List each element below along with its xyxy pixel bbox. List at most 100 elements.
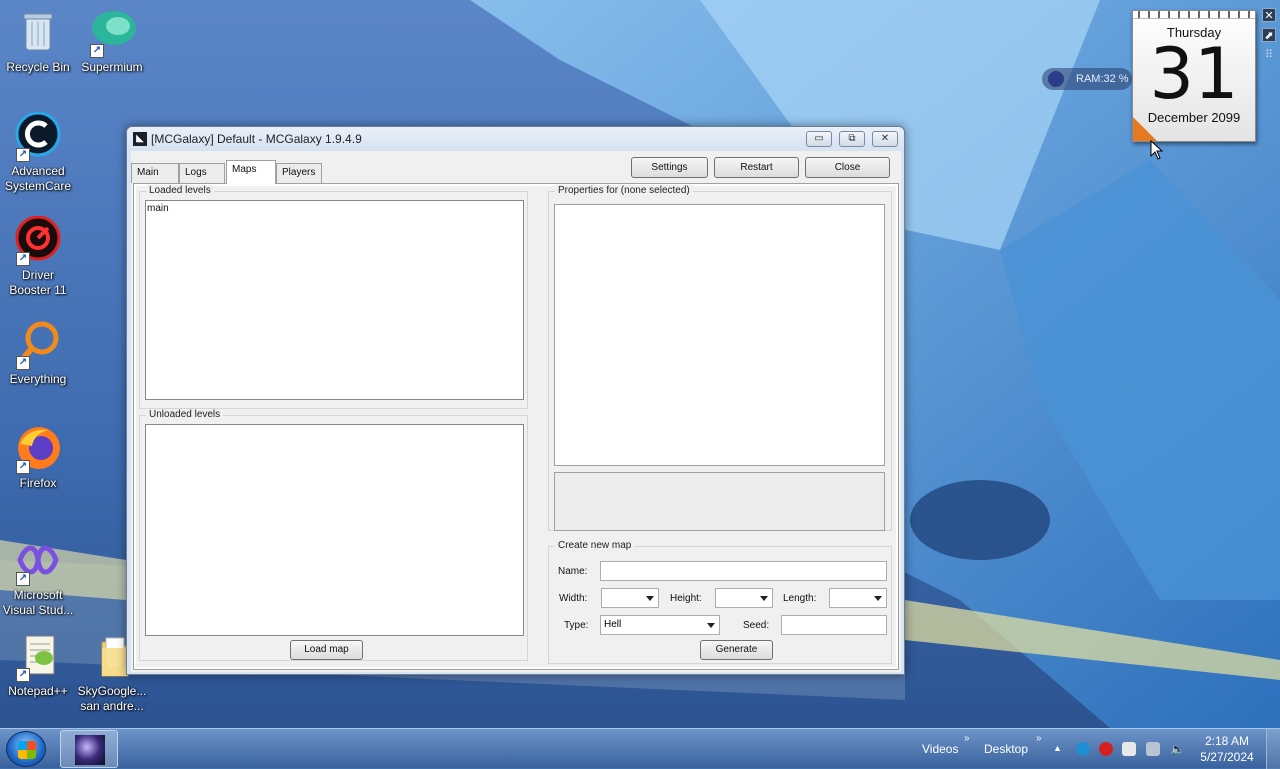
advanced-systemcare-icon: ↗ — [14, 111, 62, 162]
show-desktop-button[interactable] — [1266, 729, 1280, 769]
supermium-icon: ↗ — [88, 8, 136, 58]
desktop-icon-notepadpp[interactable]: ↗ Notepad++ — [0, 632, 76, 699]
desktop-icon-driver-booster[interactable]: ↗ Driver Booster 11 — [0, 215, 76, 298]
ram-gadget-icon — [1048, 71, 1064, 87]
everything-search-icon: ↗ — [14, 320, 62, 370]
unloaded-levels-list[interactable] — [145, 424, 524, 636]
shortcut-arrow-icon: ↗ — [16, 668, 30, 682]
taskbar-app-mcgalaxy[interactable] — [60, 730, 118, 768]
calendar-day: 31 — [1149, 33, 1239, 115]
calendar-gadget[interactable]: Thursday 31 December 2099 — [1132, 10, 1256, 142]
desktop-icon-label: Everything — [9, 372, 67, 386]
mouse-cursor-icon — [1150, 140, 1164, 160]
desktop-icon-advanced-systemcare[interactable]: ↗ Advanced SystemCare — [0, 111, 76, 194]
map-name-input[interactable] — [600, 561, 887, 581]
clock-time: 2:18 AM — [1204, 734, 1250, 748]
window-title: [MCGalaxy] Default - MCGalaxy 1.9.4.9 — [151, 132, 362, 146]
ram-meter-gadget[interactable]: RAM:32 % — [1042, 68, 1132, 90]
desktop-icon-everything[interactable]: ↗ Everything — [0, 320, 76, 387]
loaded-levels-group: Loaded levels main — [139, 185, 528, 409]
tray-network-app-icon[interactable] — [1076, 742, 1090, 756]
property-description-panel — [554, 472, 885, 531]
gadget-drag-handle-icon[interactable]: ⠿ — [1262, 48, 1276, 62]
toolbar-videos-chevron-icon[interactable]: » — [964, 733, 970, 744]
create-new-map-label: Create new map — [555, 540, 635, 552]
desktop-icon-visual-studio[interactable]: ↗ Microsoft Visual Stud... — [0, 536, 76, 618]
driver-booster-icon: ↗ — [14, 215, 62, 266]
toolbar-desktop[interactable]: Desktop — [984, 742, 1028, 756]
load-map-button[interactable]: Load map — [290, 640, 363, 660]
taskbar-clock[interactable]: 2:18 AM 5/27/2024 — [1196, 733, 1258, 765]
properties-group: Properties for (none selected) — [548, 185, 892, 531]
firefox-icon: ↗ — [14, 424, 62, 474]
minimize-button[interactable]: ▭ — [806, 131, 832, 147]
chevron-down-icon — [646, 596, 654, 601]
desktop-icon-label: Notepad++ — [8, 684, 68, 698]
desktop-icon-supermium[interactable]: ↗ Supermium — [74, 8, 150, 75]
gadget-close-icon[interactable]: ✕ — [1262, 8, 1276, 22]
window-title-bar[interactable]: ◣ [MCGalaxy] Default - MCGalaxy 1.9.4.9 … — [127, 127, 904, 151]
tray-action-center-flag-icon[interactable] — [1122, 742, 1136, 756]
name-label: Name: — [558, 566, 588, 577]
mcgalaxy-window[interactable]: ◣ [MCGalaxy] Default - MCGalaxy 1.9.4.9 … — [126, 126, 905, 675]
maps-tab-content: Loaded levels main Unloaded levels Load … — [136, 185, 896, 667]
map-type-dropdown[interactable]: Hell — [600, 615, 720, 635]
width-dropdown[interactable] — [601, 588, 659, 608]
desktop-icon-label: Advanced SystemCare — [4, 164, 72, 193]
tab-maps[interactable]: Maps — [226, 160, 276, 184]
chevron-down-icon — [707, 623, 715, 628]
properties-label: Properties for (none selected) — [555, 185, 693, 197]
taskbar: Videos » Desktop » ▲ 🔈 2:18 AM 5/27/2024 — [0, 728, 1280, 769]
tab-players[interactable]: Players — [276, 163, 322, 183]
desktop-icon-label: Supermium — [81, 60, 143, 74]
seed-input[interactable] — [781, 615, 887, 635]
width-label: Width: — [559, 593, 588, 604]
height-label: Height: — [670, 593, 702, 604]
ram-usage-text: RAM:32 % — [1076, 73, 1129, 85]
tab-main[interactable]: Main — [131, 163, 179, 183]
mcgalaxy-taskbar-icon — [75, 735, 105, 765]
window-close-button[interactable]: ✕ — [872, 131, 898, 147]
shortcut-arrow-icon: ↗ — [16, 356, 30, 370]
maps-tab-page: Loaded levels main Unloaded levels Load … — [133, 183, 899, 670]
tray-volume-icon[interactable]: 🔈 — [1170, 742, 1185, 756]
type-label: Type: — [564, 620, 589, 631]
visual-studio-icon: ↗ — [14, 536, 62, 586]
tray-network-icon[interactable] — [1146, 742, 1160, 756]
tray-expand-icon[interactable]: ▲ — [1053, 743, 1062, 753]
shortcut-arrow-icon: ↗ — [16, 148, 30, 162]
generate-button[interactable]: Generate — [700, 640, 773, 660]
length-label: Length: — [783, 593, 817, 604]
mcgalaxy-app-icon: ◣ — [133, 132, 147, 146]
toolbar-desktop-chevron-icon[interactable]: » — [1036, 733, 1042, 744]
loaded-levels-label: Loaded levels — [146, 185, 214, 197]
tab-logs[interactable]: Logs — [179, 163, 225, 183]
desktop-icon-label: SkyGoogle... san andre... — [77, 684, 147, 713]
clock-date: 5/27/2024 — [1200, 750, 1254, 764]
gadget-resize-icon[interactable]: ⬈ — [1262, 28, 1276, 42]
desktop-icon-firefox[interactable]: ↗ Firefox — [0, 424, 76, 491]
window-client-area: Main Logs Maps Players Settings Restart … — [131, 151, 901, 672]
close-button[interactable]: Close — [805, 157, 890, 178]
create-new-map-group: Create new map Name: Width: Height: Leng… — [548, 540, 892, 664]
length-dropdown[interactable] — [829, 588, 887, 608]
notepadpp-icon: ↗ — [14, 632, 62, 682]
start-button[interactable] — [6, 731, 46, 767]
toolbar-videos[interactable]: Videos — [922, 742, 958, 756]
loaded-levels-list[interactable]: main — [145, 200, 524, 400]
map-type-value: Hell — [604, 619, 622, 630]
calendar-page-fold[interactable] — [1133, 117, 1157, 141]
tray-record-icon[interactable] — [1099, 742, 1113, 756]
settings-button[interactable]: Settings — [631, 157, 708, 178]
desktop-icon-label: Recycle Bin — [6, 60, 70, 74]
seed-label: Seed: — [743, 620, 770, 631]
properties-grid[interactable] — [554, 204, 885, 466]
desktop-icon-recycle-bin[interactable]: Recycle Bin — [0, 8, 76, 75]
chevron-down-icon — [874, 596, 882, 601]
height-dropdown[interactable] — [715, 588, 773, 608]
maximize-button[interactable]: ⧉ — [839, 131, 865, 147]
list-item[interactable]: main — [146, 201, 523, 216]
desktop-icon-label: Firefox — [19, 476, 57, 490]
restart-button[interactable]: Restart — [714, 157, 799, 178]
shortcut-arrow-icon: ↗ — [16, 252, 30, 266]
